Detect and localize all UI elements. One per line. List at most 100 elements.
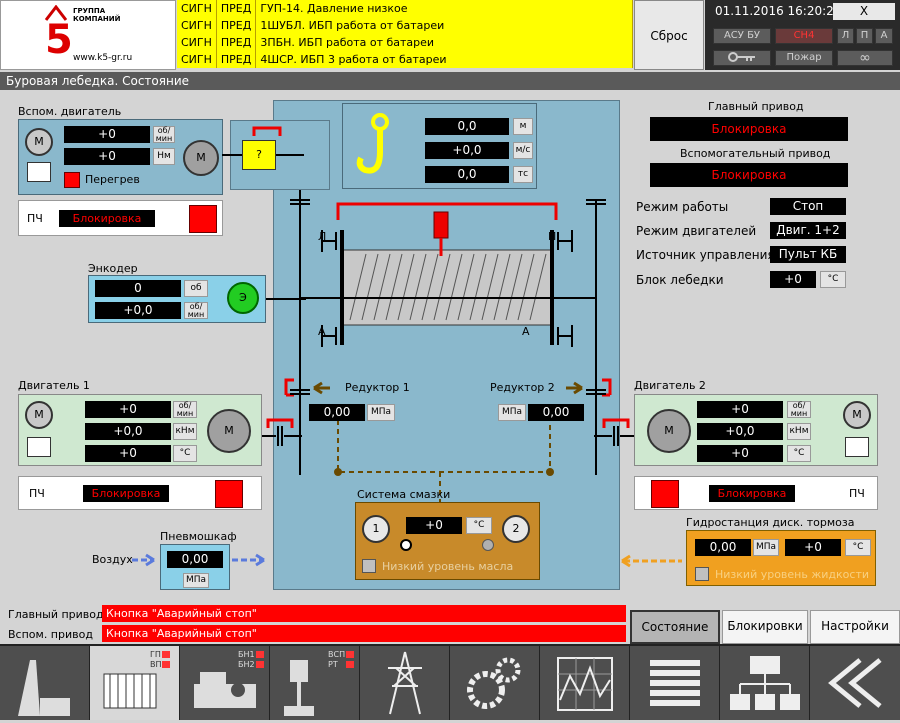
drum-label-a-left: А xyxy=(318,325,326,338)
hydro-low-indicator xyxy=(695,567,709,581)
motor1-panel: М +0 об/мин +0,0 кНм +0 °С М xyxy=(18,394,262,466)
bottom-main-message: Кнопка "Аварийный стоп" xyxy=(102,605,626,622)
motor2-pch-fault-icon[interactable] xyxy=(651,480,679,508)
nav-structure[interactable] xyxy=(720,646,810,720)
alarm-type: СИГН xyxy=(177,0,217,17)
nav-rig[interactable] xyxy=(0,646,90,720)
motor1-title: Двигатель 1 xyxy=(18,379,90,392)
motor2-pch-status: Блокировка xyxy=(709,485,795,502)
nav-rt-label: РТ xyxy=(328,660,338,669)
pneumo-unit: МПа xyxy=(183,573,209,588)
p-button[interactable]: П xyxy=(856,28,873,44)
key-button[interactable] xyxy=(713,50,771,66)
nav-mechanics[interactable] xyxy=(450,646,540,720)
pump1-icon[interactable]: 1 xyxy=(362,515,390,543)
valve-icon xyxy=(400,539,412,551)
overheat-label: Перегрев xyxy=(85,173,140,186)
heater-icon xyxy=(27,162,51,182)
drum-label-p-top: П xyxy=(548,230,557,243)
alarm-row[interactable]: СИГН ПРЕД 4ШСР. ИБП 3 работа от батареи xyxy=(177,51,633,68)
aux-pch-fault-icon[interactable] xyxy=(189,205,217,233)
tab-state[interactable]: Состояние xyxy=(630,610,720,644)
tab-settings[interactable]: Настройки xyxy=(810,610,900,644)
aux-small-motor-icon: М xyxy=(25,128,53,156)
lube-title: Система смазки xyxy=(357,488,451,501)
nav-bn2-indicator xyxy=(256,661,264,668)
motor1-pch-fault-icon[interactable] xyxy=(215,480,243,508)
hydro-temp-unit: °С xyxy=(845,539,871,556)
reducer1-value: 0,00 xyxy=(309,404,365,421)
aux-pch-panel[interactable]: ПЧ Блокировка xyxy=(18,200,223,236)
nav-top-drive[interactable]: ВСП РТ xyxy=(270,646,360,720)
motor2-pch-panel[interactable]: Блокировка ПЧ xyxy=(634,476,878,510)
lube-temp-value: +0 xyxy=(406,517,462,534)
encoder-panel: 0 об +0,0 об/мин Э xyxy=(88,275,266,323)
logo-line1: ГРУППА xyxy=(73,7,106,15)
nav-bn1-label: БН1 xyxy=(238,650,255,659)
nav-vp-label: ВП xyxy=(150,660,162,669)
nav-list[interactable] xyxy=(630,646,720,720)
motor2-pch-label: ПЧ xyxy=(849,487,865,500)
aux-pch-label: ПЧ xyxy=(27,212,43,225)
ch4-button[interactable]: СН4 xyxy=(775,28,833,44)
hook-speed-value: +0,0 xyxy=(425,142,509,159)
alarm-row[interactable]: СИГН ПРЕД 3ПБН. ИБП работа от батареи xyxy=(177,34,633,51)
pump2-icon[interactable]: 2 xyxy=(502,515,530,543)
reducer1-unit: МПа xyxy=(367,404,395,421)
asu-button[interactable]: АСУ БУ xyxy=(713,28,771,44)
hook-icon xyxy=(356,113,389,174)
winch-block-label: Блок лебедки xyxy=(636,273,724,287)
alarm-row[interactable]: СИГН ПРЕД ГУП-14. Давление низкое xyxy=(177,0,633,17)
gears-icon xyxy=(467,657,521,709)
control-source-label: Источник управления xyxy=(636,248,775,262)
nav-trends[interactable] xyxy=(540,646,630,720)
nav-back[interactable] xyxy=(810,646,900,720)
motor1-pch-panel[interactable]: ПЧ Блокировка xyxy=(18,476,262,510)
drum-label-l-top: Л xyxy=(318,230,327,243)
motor2-temp-unit: °С xyxy=(787,445,811,462)
lube-panel: 1 +0 °С 2 Низкий уровень масла xyxy=(355,502,540,580)
pneumo-panel: 0,00 МПа xyxy=(160,544,230,590)
double-chevron-left-icon xyxy=(828,658,882,708)
hook-speed-unit: м/с xyxy=(513,142,533,159)
alarm-level: ПРЕД xyxy=(216,0,257,17)
reset-button[interactable]: Сброс xyxy=(634,0,704,70)
trend-chart-icon xyxy=(557,657,613,711)
close-button[interactable]: X xyxy=(833,3,895,20)
motor1-temp-unit: °С xyxy=(173,445,197,462)
nav-pumps[interactable]: БН1 БН2 xyxy=(180,646,270,720)
motor1-pch-label: ПЧ xyxy=(29,487,45,500)
list-icon xyxy=(650,660,700,706)
encoder-speed-value: +0,0 xyxy=(95,302,181,319)
l-button[interactable]: Л xyxy=(837,28,854,44)
tab-blocks[interactable]: Блокировки xyxy=(722,610,808,644)
alarm-type: СИГН xyxy=(177,51,217,68)
aux-speed-unit: об/мин xyxy=(153,126,175,143)
motor1-temp-value: +0 xyxy=(85,445,171,462)
aux-pch-status: Блокировка xyxy=(59,210,155,227)
fire-button[interactable]: Пожар xyxy=(775,50,833,66)
nav-drawworks[interactable]: ГП ВП xyxy=(90,646,180,720)
bottom-aux-label: Вспом. привод xyxy=(8,628,93,641)
power-tower-icon xyxy=(388,651,422,715)
aux-torque-value: +0 xyxy=(64,148,150,165)
motor-mode-label: Режим двигателей xyxy=(636,224,757,238)
work-mode-value: Стоп xyxy=(770,198,846,215)
alarm-text: ГУП-14. Давление низкое xyxy=(255,0,633,17)
infinity-icon: ∞ xyxy=(859,50,871,66)
infinity-button[interactable]: ∞ xyxy=(837,50,893,66)
alarm-list[interactable]: СИГН ПРЕД ГУП-14. Давление низкое СИГН ПРЕД… xyxy=(177,0,633,68)
aux-motor-icon: М xyxy=(183,140,219,176)
reducer2-value: 0,00 xyxy=(528,404,584,421)
nav-power[interactable] xyxy=(360,646,450,720)
control-source-value: Пульт КБ xyxy=(770,246,846,263)
motor2-icon: М xyxy=(647,409,691,453)
rig-icon xyxy=(18,660,70,716)
motor1-torque-unit: кНм xyxy=(173,423,197,440)
alarm-level: ПРЕД xyxy=(216,34,257,51)
a-button[interactable]: А xyxy=(875,28,893,44)
hydro-temp-value: +0 xyxy=(785,539,841,556)
alarm-row[interactable]: СИГН ПРЕД 1ШУБЛ. ИБП работа от батареи xyxy=(177,17,633,34)
bottom-main-label: Главный привод xyxy=(8,608,104,621)
logo-digit: 5 xyxy=(45,17,73,63)
